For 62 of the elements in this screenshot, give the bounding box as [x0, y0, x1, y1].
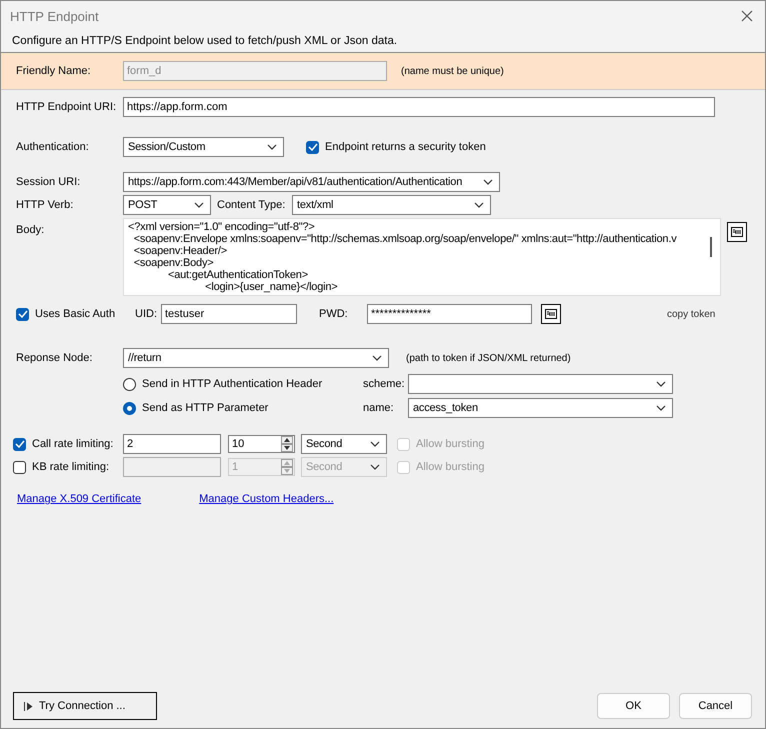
dropdown[interactable]	[408, 374, 673, 394]
uid-field[interactable]: testuser	[161, 304, 297, 324]
caret-icon	[370, 464, 380, 470]
checkbox-label: KB rate limiting:	[32, 461, 110, 473]
close-icon[interactable]	[741, 10, 753, 22]
link[interactable]: Manage X.509 Certificate	[17, 493, 142, 505]
caret-icon	[656, 381, 666, 387]
field-label: scheme:	[362, 378, 406, 390]
amount-field[interactable]: 2	[123, 434, 221, 454]
window-title: HTTP Endpoint	[10, 8, 100, 24]
text-field-icon[interactable]	[727, 222, 747, 242]
field-label: Friendly Name:	[16, 65, 92, 77]
try-connection-button[interactable]: Try Connection ...	[13, 692, 157, 720]
hint-text: (name must be unique)	[401, 66, 504, 76]
uri-field[interactable]: https://app.form.com	[123, 97, 715, 117]
text-field-icon[interactable]	[541, 304, 561, 324]
checkbox-label: Uses Basic Auth	[35, 308, 116, 320]
interval-spinner[interactable]: 10	[228, 435, 295, 453]
field-label: Body:	[16, 223, 46, 236]
cancel-button[interactable]: Cancel	[679, 693, 752, 719]
radio-button[interactable]	[123, 402, 136, 414]
caret-icon	[267, 144, 277, 150]
dropdown[interactable]: access_token	[408, 398, 673, 418]
field-label: UID:	[134, 308, 158, 320]
checkbox[interactable]	[306, 140, 319, 154]
http-verb-dropdown[interactable]: POST	[123, 195, 211, 215]
field-label: HTTP Verb:	[16, 199, 74, 211]
body-text-area[interactable]: <?xml version="1.0" encoding="utf-8"?> <soapenv:Envelope xmlns:soapenv="http://schemas.xmlsoap.org/soap/envelope/" xmlns:aut="http://authentication.v <soapenv:Header/> <soapenv:Body> <aut:getAuthenticationToken> <login>{user_name}</login>	[123, 218, 721, 296]
caret-icon	[370, 441, 380, 447]
scrollbar-thumb[interactable]	[710, 237, 712, 257]
password-field[interactable]: **************	[367, 304, 532, 324]
unit-dropdown[interactable]: Second	[301, 434, 387, 454]
hint-text: (path to token if JSON/XML returned)	[406, 352, 571, 364]
checkbox[interactable]	[16, 308, 29, 320]
field-label: Content Type:	[216, 199, 286, 211]
radio-label: Send in HTTP Authentication Header	[142, 378, 324, 390]
caret-icon	[372, 355, 382, 361]
play-icon	[24, 702, 33, 710]
authentication-dropdown[interactable]: Session/Custom	[123, 137, 284, 157]
caret-icon	[656, 405, 666, 411]
link[interactable]: Manage Custom Headers...	[199, 493, 334, 505]
field-label: Session URI:	[16, 176, 82, 188]
field-label: PWD:	[318, 308, 349, 320]
radio-button[interactable]	[123, 378, 136, 390]
caret-icon	[483, 179, 493, 185]
caret-icon	[474, 202, 484, 208]
checkbox[interactable]	[13, 438, 26, 450]
field-label: name:	[362, 402, 395, 414]
session-uri-dropdown[interactable]: https://app.form.com:443/Member/api/v81/authentication/Authentication	[123, 172, 500, 192]
checkbox-label: Call rate limiting:	[32, 438, 114, 450]
checkbox-label: Allow bursting	[416, 461, 484, 473]
response-node-dropdown[interactable]: //return	[123, 348, 389, 368]
copy-token-button[interactable]: copy token	[667, 308, 716, 320]
radio-label: Send as HTTP Parameter	[142, 402, 270, 414]
content-type-dropdown[interactable]: text/xml	[292, 195, 491, 215]
ok-button[interactable]: OK	[597, 693, 670, 719]
field-label: HTTP Endpoint URI:	[16, 101, 118, 113]
checkbox-label: Allow bursting	[416, 438, 484, 450]
checkbox-label: Endpoint returns a security token	[325, 141, 486, 153]
caret-icon	[194, 202, 204, 208]
field-label: Reponse Node:	[16, 352, 94, 364]
field-label: Authentication:	[16, 141, 90, 153]
